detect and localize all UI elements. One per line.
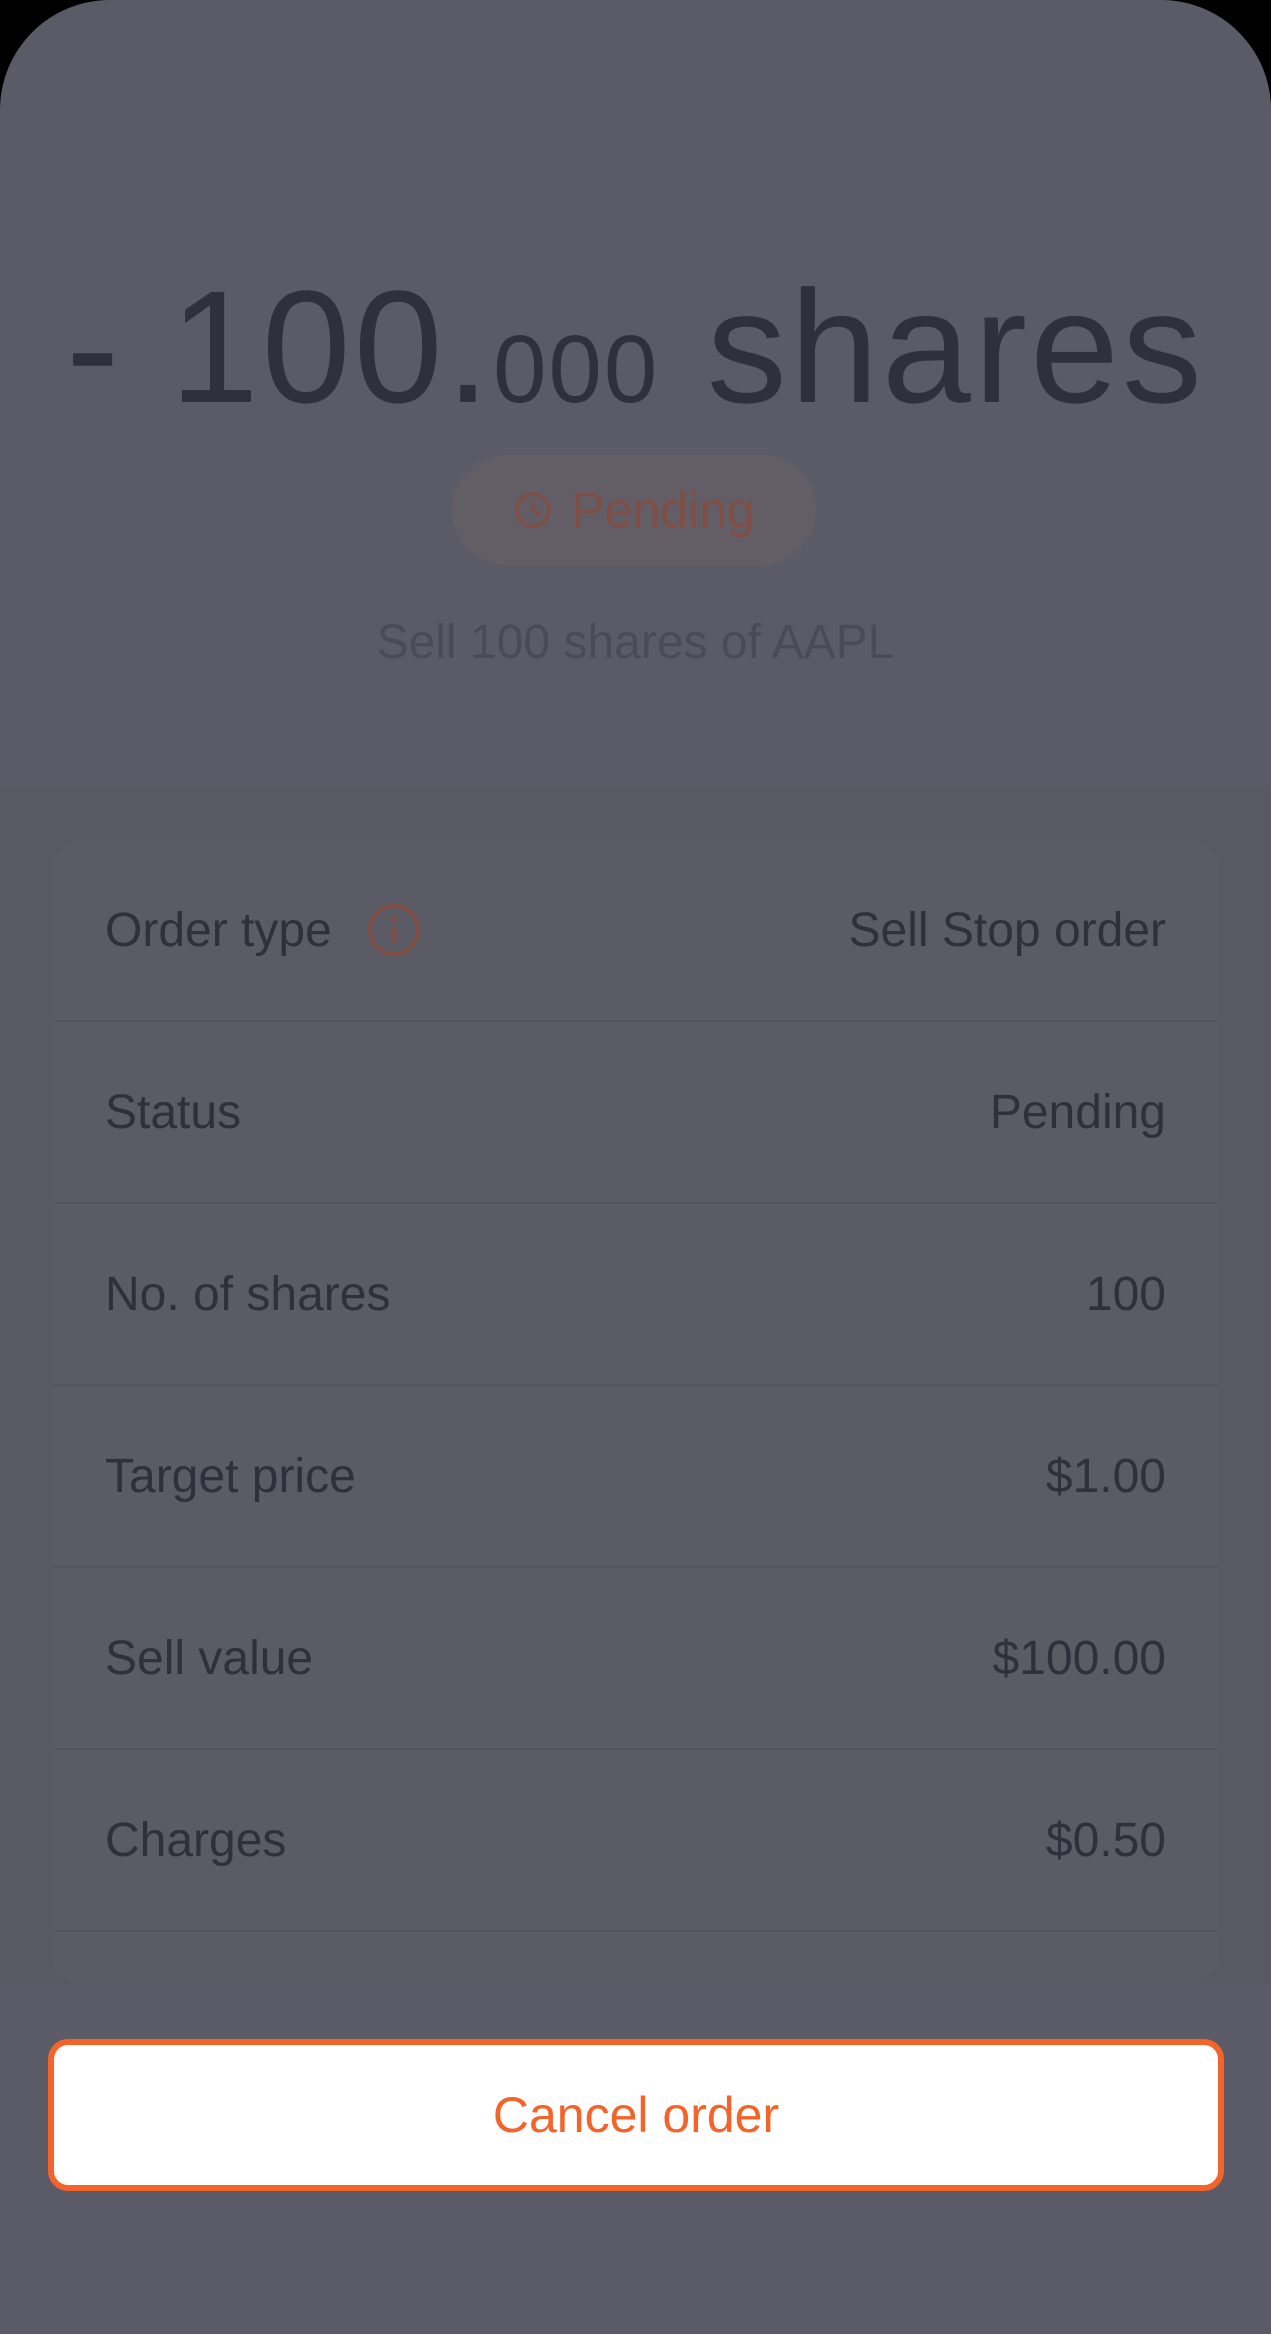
detail-row-sell-value: Sell value $100.00 — [52, 1568, 1219, 1750]
cancel-order-button[interactable]: Cancel order — [48, 2039, 1224, 2191]
amount-unit: shares — [659, 257, 1205, 436]
amount-main: - 100. — [66, 257, 494, 436]
detail-value-charges: $0.50 — [1045, 1813, 1166, 1867]
order-details-card: Order type Sell Stop order Status Pendin… — [52, 840, 1219, 1985]
share-amount: - 100.000 shares — [0, 262, 1271, 455]
detail-row-target-price: Target price $1.00 — [52, 1386, 1219, 1568]
detail-label-order-type: Order type — [105, 903, 332, 957]
detail-label-charges: Charges — [105, 1813, 287, 1867]
detail-row-status: Status Pending — [52, 1022, 1219, 1204]
detail-value-shares: 100 — [1085, 1267, 1166, 1321]
detail-label-status: Status — [105, 1085, 242, 1139]
amount-decimals: 000 — [493, 316, 660, 423]
detail-value-order-type: Sell Stop order — [848, 903, 1166, 957]
info-icon[interactable] — [366, 902, 422, 958]
detail-value-status: Pending — [989, 1085, 1166, 1139]
detail-row-charges: Charges $0.50 — [52, 1750, 1219, 1932]
status-badge: Pending — [452, 455, 816, 565]
detail-label-sell-value: Sell value — [105, 1631, 314, 1685]
order-detail-sheet: - 100.000 shares Pending Sell 100 shares… — [0, 0, 1271, 2334]
detail-label-group-order-type: Order type — [105, 902, 422, 958]
order-header: - 100.000 shares Pending Sell 100 shares… — [0, 0, 1271, 785]
detail-row-order-type: Order type Sell Stop order — [52, 840, 1219, 1022]
detail-value-sell-value: $100.00 — [992, 1631, 1166, 1685]
clock-icon — [515, 492, 551, 528]
status-badge-label: Pending — [571, 482, 755, 538]
detail-label-target-price: Target price — [105, 1449, 356, 1503]
order-details-section: Order type Sell Stop order Status Pendin… — [0, 785, 1271, 1985]
detail-label-shares: No. of shares — [105, 1267, 391, 1321]
detail-value-target-price: $1.00 — [1045, 1449, 1166, 1503]
order-subtitle: Sell 100 shares of AAPL — [376, 616, 895, 669]
footer-bar: Cancel order — [0, 1985, 1271, 2334]
detail-row-shares: No. of shares 100 — [52, 1204, 1219, 1386]
